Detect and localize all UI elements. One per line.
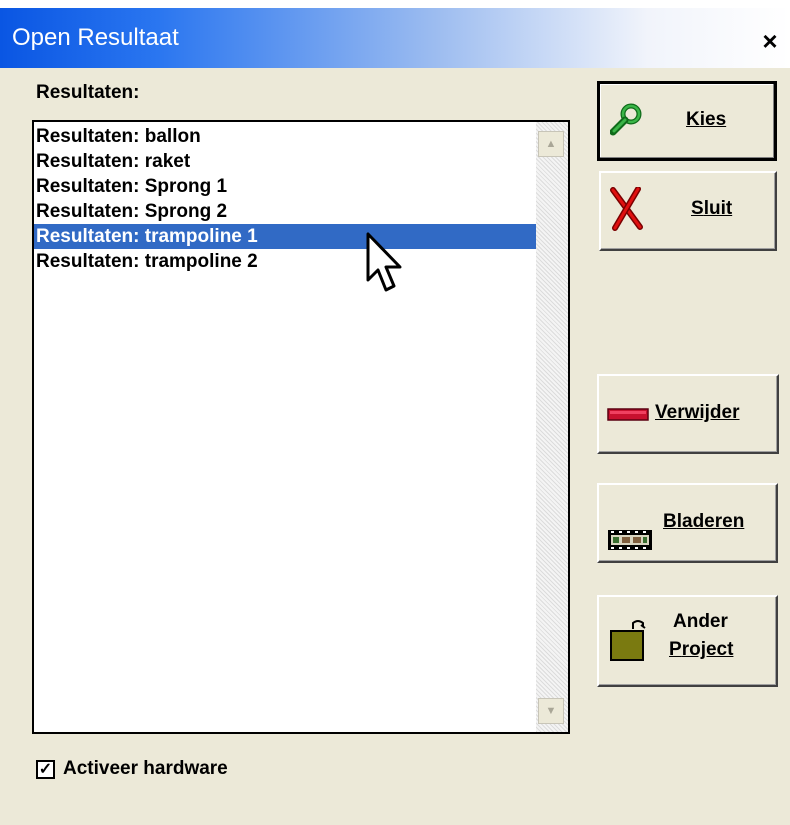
project-label: Project [669,639,734,660]
activeer-hardware-label[interactable]: Activeer hardware [63,758,228,780]
list-item[interactable]: Resultaten: trampoline 2 [34,249,538,274]
results-listbox[interactable]: Resultaten: ballon Resultaten: raket Res… [32,120,570,734]
activeer-hardware-checkbox[interactable]: ✓ [36,760,55,779]
scroll-up-button[interactable]: ▲ [538,131,564,157]
ander-project-button[interactable]: Ander Project [597,595,778,687]
film-strip-icon [608,530,652,550]
bladeren-label: Bladeren [663,511,745,532]
list-item-selected[interactable]: Resultaten: trampoline 1 [34,224,538,249]
mouse-pointer-icon [366,232,402,292]
folder-icon [610,620,646,661]
sluit-button[interactable]: Sluit [599,171,777,251]
red-bar-icon [607,408,649,421]
verwijder-button[interactable]: Verwijder [597,374,779,454]
results-label: Resultaten: [36,82,140,103]
list-item[interactable]: Resultaten: Sprong 1 [34,174,538,199]
title-bar[interactable]: Open Resultaat × [0,8,790,68]
kies-button[interactable]: Kies [597,81,777,161]
list-item[interactable]: Resultaten: raket [34,149,538,174]
bladeren-button[interactable]: Bladeren [597,483,778,563]
scroll-down-button[interactable]: ▼ [538,698,564,724]
list-item[interactable]: Resultaten: Sprong 2 [34,199,538,224]
window-title: Open Resultaat [12,24,179,51]
red-x-icon [610,187,643,231]
green-magnifier-icon [610,103,642,136]
verwijder-label: Verwijder [655,402,740,423]
ander-label: Ander [673,611,728,632]
open-resultaat-dialog: Open Resultaat × Resultaten: Resultaten:… [0,8,790,825]
vertical-scrollbar[interactable]: ▲ ▼ [536,122,568,732]
sluit-label: Sluit [691,198,733,219]
results-list: Resultaten: ballon Resultaten: raket Res… [34,124,538,274]
close-button[interactable]: × [755,26,785,56]
list-item[interactable]: Resultaten: ballon [34,124,538,149]
kies-label: Kies [686,109,727,130]
